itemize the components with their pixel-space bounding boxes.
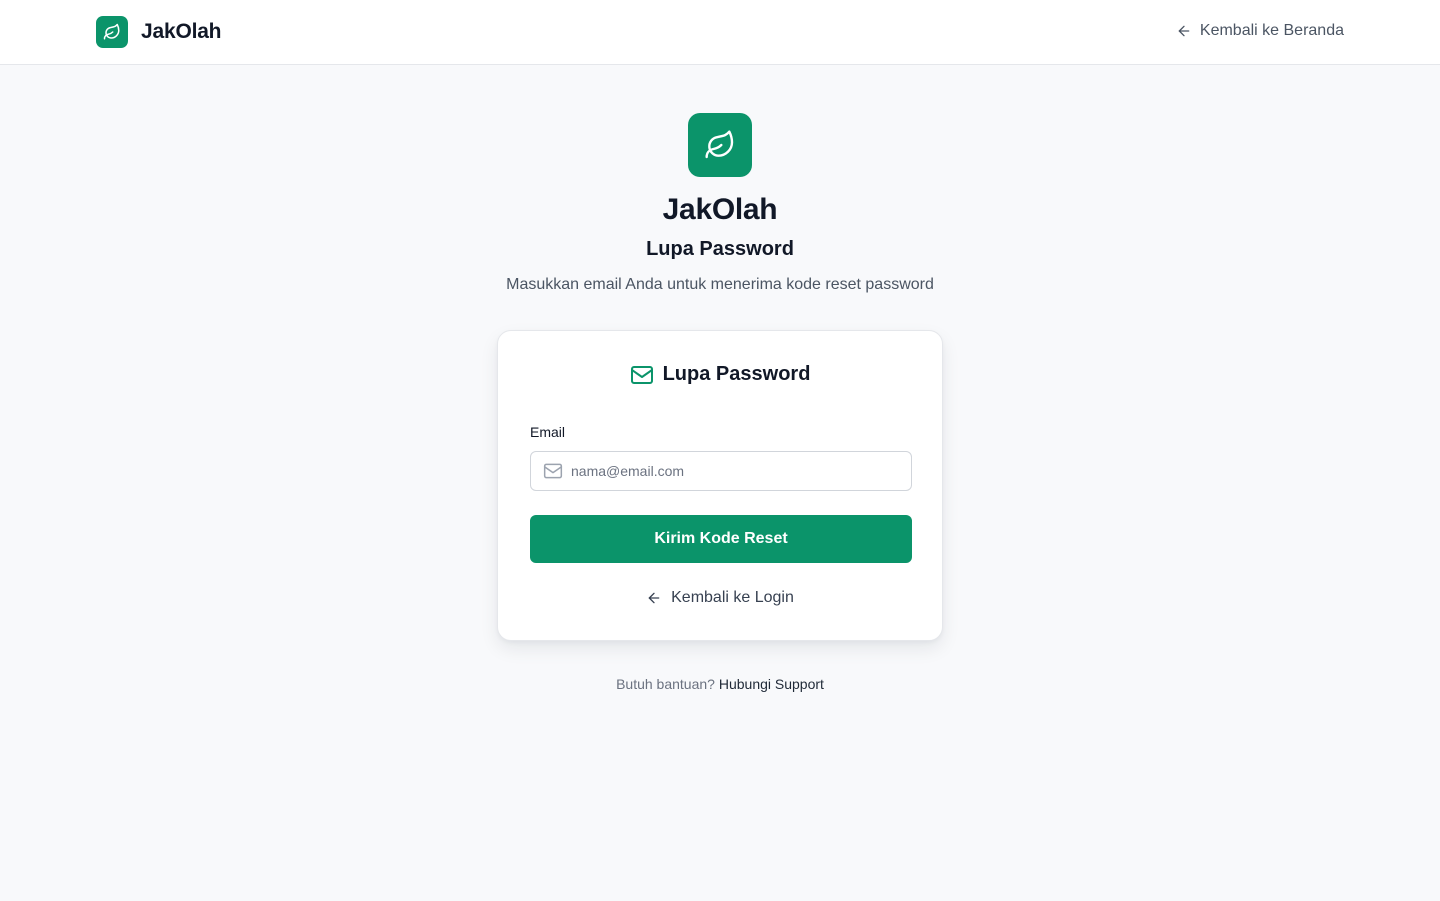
back-to-home-link[interactable]: Kembali ke Beranda — [1176, 22, 1344, 40]
forgot-password-card: Lupa Password Email Kirim Kode Reset Kem… — [497, 330, 943, 641]
brand-logo — [96, 16, 128, 48]
email-field-wrapper — [530, 451, 912, 491]
top-navbar: JakOlah Kembali ke Beranda — [0, 0, 1440, 65]
contact-support-link[interactable]: Hubungi Support — [719, 676, 824, 692]
page-description: Masukkan email Anda untuk menerima kode … — [506, 276, 934, 293]
brand-link[interactable]: JakOlah — [96, 16, 222, 48]
arrow-left-icon — [1178, 25, 1190, 37]
help-question: Butuh bantuan? — [616, 676, 715, 692]
page-subtitle: Lupa Password — [646, 238, 794, 260]
page-title: JakOlah — [662, 193, 778, 226]
leaf-icon — [705, 130, 734, 159]
email-label: Email — [530, 424, 566, 440]
arrow-left-icon — [648, 592, 660, 604]
brand-name: JakOlah — [141, 20, 222, 43]
card-title: Lupa Password — [662, 363, 811, 385]
back-to-login-link[interactable]: Kembali ke Login — [498, 589, 942, 607]
hero-logo — [688, 113, 752, 177]
mail-icon — [630, 365, 653, 384]
email-input[interactable] — [571, 452, 901, 490]
back-to-login-label: Kembali ke Login — [671, 589, 794, 606]
leaf-icon — [103, 23, 120, 40]
mail-icon — [543, 463, 563, 479]
help-text: Butuh bantuan? Hubungi Support — [0, 676, 1440, 692]
send-reset-code-button[interactable]: Kirim Kode Reset — [530, 515, 912, 563]
card-header: Lupa Password — [498, 363, 942, 386]
back-to-home-label: Kembali ke Beranda — [1199, 22, 1344, 39]
